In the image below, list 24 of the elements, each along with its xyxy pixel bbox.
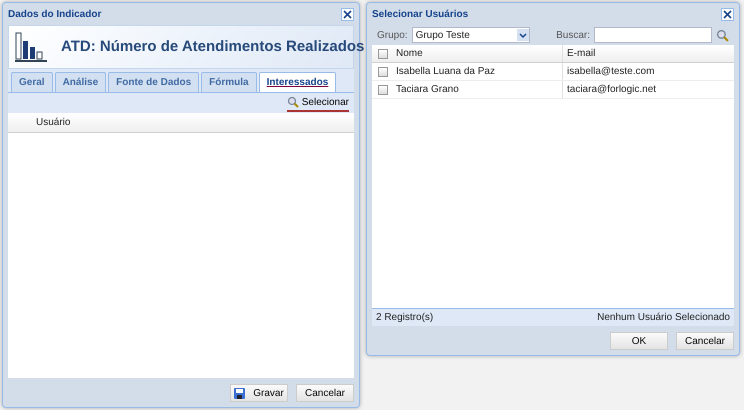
search-label: Buscar: <box>556 28 590 42</box>
tab[interactable]: Geral <box>11 72 53 92</box>
table-cell-text: isabella@teste.com <box>566 65 654 79</box>
column-header: Usuário <box>36 116 70 130</box>
tab[interactable]: Fórmula <box>201 72 257 92</box>
tab[interactable]: Fonte de Dados <box>108 72 200 92</box>
column-header: Nome <box>392 45 563 62</box>
save-button[interactable]: Gravar <box>230 384 288 402</box>
selection-status: Nenhum Usuário Selecionado <box>597 311 730 325</box>
window-title: Selecionar Usuários <box>372 8 468 22</box>
cancel-button[interactable]: Cancelar <box>676 332 734 350</box>
table-cell-text: taciara@forlogic.net <box>566 83 656 97</box>
group-select[interactable]: Grupo Teste <box>412 27 530 43</box>
ok-button[interactable]: OK <box>610 332 668 350</box>
tab[interactable]: Análise <box>54 72 106 92</box>
group-label: Grupo: <box>377 28 408 42</box>
indicator-heading: ATD: Número de Atendimentos Realizados <box>61 38 364 56</box>
cancel-button[interactable]: Cancelar <box>296 384 354 402</box>
column-header: E-mail <box>566 47 596 61</box>
table-cell: Isabella Luana da Paz <box>392 63 563 80</box>
window-title: Dados do Indicador <box>8 8 102 22</box>
record-count: 2 Registro(s) <box>376 311 434 325</box>
tab[interactable]: Interessados <box>258 72 336 92</box>
table-cell: Taciara Grano <box>392 81 563 98</box>
